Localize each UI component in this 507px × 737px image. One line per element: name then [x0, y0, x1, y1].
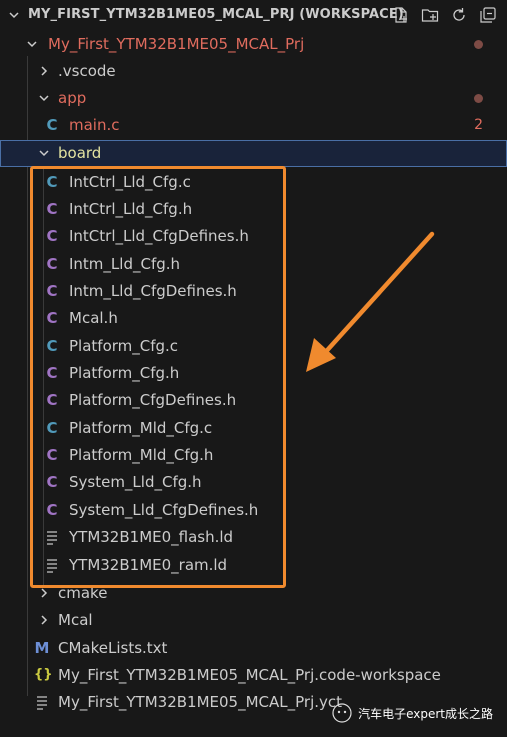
app-folder-label: app	[58, 89, 87, 107]
tree-item-workspace-file[interactable]: {} My_First_YTM32B1ME05_MCAL_Prj.code-wo…	[0, 662, 507, 689]
collapse-all-icon[interactable]	[477, 4, 499, 26]
h-file-icon: C	[46, 446, 58, 464]
chevron-right-icon	[41, 66, 48, 76]
file-label: IntCtrl_Lld_CfgDefines.h	[69, 227, 249, 245]
tree-item-app[interactable]: app	[0, 85, 507, 112]
h-file-icon: C	[46, 282, 58, 300]
tree-item-board-file[interactable]: C IntCtrl_Lld_CfgDefines.h	[0, 223, 507, 250]
file-label: IntCtrl_Lld_Cfg.c	[69, 173, 191, 191]
workspace-header[interactable]: MY_FIRST_YTM32B1ME05_MCAL_PRJ (WORKSPACE…	[0, 0, 507, 30]
file-label: Platform_Cfg.c	[69, 337, 179, 355]
tree-item-cmakelists[interactable]: M CMakeLists.txt	[0, 635, 507, 662]
tree-item-board-file[interactable]: YTM32B1ME0_flash.ld	[0, 524, 507, 551]
cmakelists-label: CMakeLists.txt	[58, 639, 168, 657]
file-label: YTM32B1ME0_ram.ld	[69, 556, 228, 574]
tree-item-board-file[interactable]: C IntCtrl_Lld_Cfg.h	[0, 196, 507, 223]
chevron-down-icon	[39, 95, 49, 102]
tree-item-board[interactable]: board	[0, 140, 507, 167]
c-file-icon: C	[46, 337, 58, 355]
c-file-icon: C	[46, 419, 58, 437]
file-label: Intm_Lld_CfgDefines.h	[69, 282, 237, 300]
tree-item-board-file[interactable]: C Platform_CfgDefines.h	[0, 387, 507, 414]
tree-item-vscode[interactable]: .vscode	[0, 58, 507, 85]
file-label: Platform_Mld_Cfg.c	[69, 419, 213, 437]
tree-item-board-file[interactable]: C Intm_Lld_Cfg.h	[0, 251, 507, 278]
watermark-text: 汽车电子expert成长之路	[358, 706, 493, 721]
tree-item-board-file[interactable]: C Platform_Cfg.c	[0, 333, 507, 360]
file-label: Platform_Cfg.h	[69, 364, 180, 382]
file-label: Platform_Mld_Cfg.h	[69, 446, 214, 464]
chevron-right-icon	[41, 615, 48, 625]
h-file-icon: C	[46, 255, 58, 273]
vscode-folder-label: .vscode	[58, 62, 116, 80]
text-file-icon	[47, 559, 57, 573]
h-file-icon: C	[46, 391, 58, 409]
yct-file-label: My_First_YTM32B1ME05_MCAL_Prj.yct	[58, 693, 343, 711]
file-label: System_Lld_Cfg.h	[69, 473, 202, 491]
workspace-file-label: My_First_YTM32B1ME05_MCAL_Prj.code-works…	[58, 666, 441, 684]
cmake-file-icon: M	[34, 639, 50, 657]
chevron-down-icon	[27, 41, 37, 48]
tree-item-board-file[interactable]: C Platform_Mld_Cfg.h	[0, 442, 507, 469]
project-folder-label: My_First_YTM32B1ME05_MCAL_Prj	[48, 35, 305, 53]
refresh-icon[interactable]	[448, 4, 470, 26]
tree-item-board-file[interactable]: C Mcal.h	[0, 305, 507, 332]
text-file-icon	[37, 696, 47, 710]
file-label: Intm_Lld_Cfg.h	[69, 255, 181, 273]
modified-dot	[474, 94, 483, 103]
h-file-icon: C	[46, 473, 58, 491]
file-label: Mcal.h	[69, 309, 118, 327]
mcal-folder-label: Mcal	[58, 611, 93, 629]
new-file-icon[interactable]	[390, 4, 412, 26]
explorer-panel: MY_FIRST_YTM32B1ME05_MCAL_PRJ (WORKSPACE…	[0, 0, 507, 737]
tree-item-board-file[interactable]: C Platform_Cfg.h	[0, 360, 507, 387]
new-folder-icon[interactable]	[419, 4, 441, 26]
tree-item-project-folder[interactable]: My_First_YTM32B1ME05_MCAL_Prj	[0, 31, 507, 58]
chevron-down-icon	[39, 150, 49, 157]
header-actions	[390, 4, 499, 26]
file-label: System_Lld_CfgDefines.h	[69, 501, 259, 519]
cmake-folder-label: cmake	[58, 584, 108, 602]
tree-item-board-file[interactable]: C Intm_Lld_CfgDefines.h	[0, 278, 507, 305]
modified-dot	[474, 40, 483, 49]
file-label: Platform_CfgDefines.h	[69, 391, 237, 409]
wechat-logo-icon	[332, 703, 352, 723]
c-file-icon: C	[46, 116, 58, 134]
tree-item-board-file[interactable]: C Platform_Mld_Cfg.c	[0, 415, 507, 442]
file-label: YTM32B1ME0_flash.ld	[69, 528, 234, 546]
chevron-right-icon	[41, 588, 48, 598]
tree-item-board-file[interactable]: C IntCtrl_Lld_Cfg.c	[0, 169, 507, 196]
tree-item-mcal[interactable]: Mcal	[0, 607, 507, 634]
tree-item-board-file[interactable]: C System_Lld_CfgDefines.h	[0, 497, 507, 524]
text-file-icon	[47, 531, 57, 545]
c-file-icon: C	[46, 173, 58, 191]
chevron-down-icon[interactable]	[8, 9, 20, 21]
h-file-icon: C	[46, 501, 58, 519]
h-file-icon: C	[46, 364, 58, 382]
tree-item-cmake[interactable]: cmake	[0, 580, 507, 607]
workspace-title: MY_FIRST_YTM32B1ME05_MCAL_PRJ (WORKSPACE…	[28, 7, 404, 22]
watermark: 汽车电子expert成长之路	[332, 703, 493, 723]
tree-item-main-c[interactable]: C main.c 2	[0, 112, 507, 139]
problem-count-badge: 2	[474, 117, 483, 133]
h-file-icon: C	[46, 309, 58, 327]
main-file-label: main.c	[69, 116, 120, 134]
h-file-icon: C	[46, 227, 58, 245]
h-file-icon: C	[46, 200, 58, 218]
tree-item-board-file[interactable]: C System_Lld_Cfg.h	[0, 469, 507, 496]
json-file-icon: {}	[34, 667, 53, 682]
board-folder-label: board	[58, 144, 102, 162]
tree-item-board-file[interactable]: YTM32B1ME0_ram.ld	[0, 552, 507, 579]
file-label: IntCtrl_Lld_Cfg.h	[69, 200, 193, 218]
